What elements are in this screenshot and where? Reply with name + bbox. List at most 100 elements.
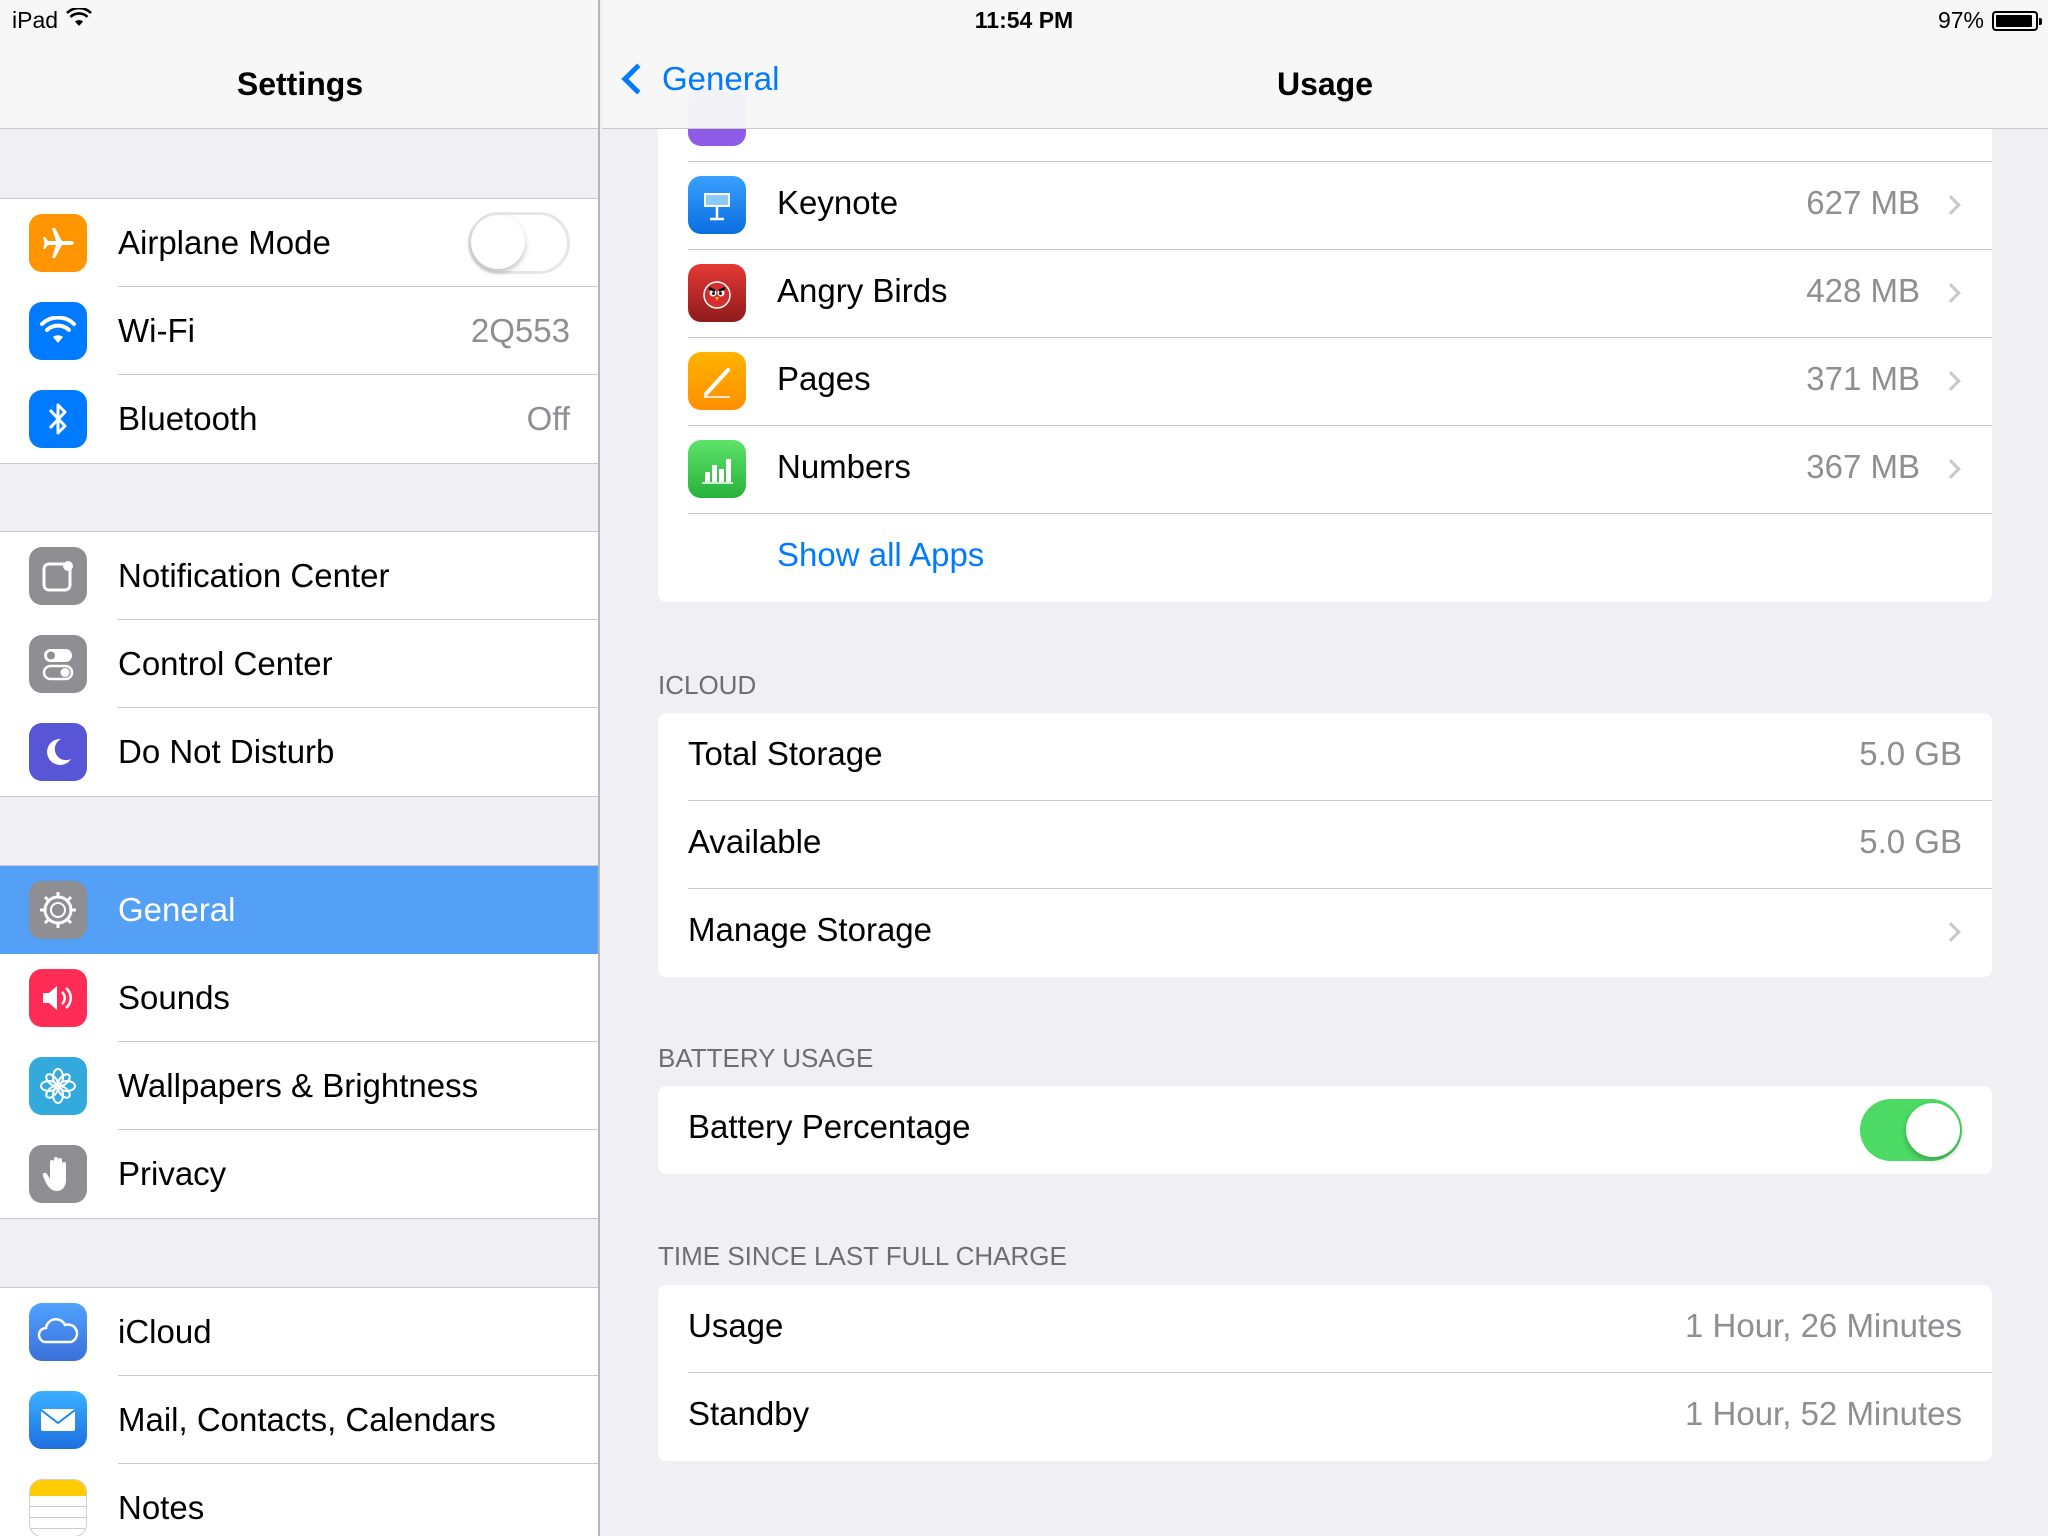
control-center-icon (29, 635, 87, 693)
settings-group-centers: Notification Center Control Center Do No… (0, 531, 598, 797)
wifi-network-value: 2Q553 (470, 312, 570, 349)
sidebar-item-label: Notification Center (118, 557, 390, 594)
chevron-right-icon (1941, 922, 1961, 942)
sidebar-item-do-not-disturb[interactable]: Do Not Disturb (0, 708, 598, 796)
sidebar-item-label: General (118, 891, 236, 928)
total-storage-label: Total Storage (688, 735, 883, 772)
speaker-icon (29, 969, 87, 1027)
icloud-section-header: ICLOUD (658, 670, 757, 700)
settings-group-accounts: iCloud Mail, Contacts, Calendars Notes (0, 1287, 598, 1536)
battery-percent: 97% (1937, 7, 1984, 33)
standby-row: Standby 1 Hour, 52 Minutes (658, 1373, 1992, 1461)
bluetooth-value: Off (526, 400, 570, 437)
manage-storage-label: Manage Storage (688, 911, 933, 948)
sidebar-item-label: Privacy (118, 1155, 227, 1192)
sidebar-item-label: Sounds (118, 979, 230, 1016)
gear-icon (29, 881, 87, 939)
standby-label: Standby (688, 1395, 810, 1432)
available-row: Available 5.0 GB (658, 801, 1992, 889)
cloud-icon (29, 1303, 87, 1361)
keynote-icon (688, 176, 746, 234)
sidebar-item-notification-center[interactable]: Notification Center (0, 532, 598, 620)
chevron-right-icon (1941, 371, 1961, 391)
app-size: 371 MB (1806, 360, 1920, 397)
sidebar-title: Settings (236, 66, 364, 102)
status-bar: iPad 11:54 PM 97% (0, 0, 2048, 40)
show-all-apps-link[interactable]: Show all Apps (777, 536, 984, 574)
storage-apps-card: Keynote 627 MB Angry Birds 428 MB Pages … (658, 74, 1992, 602)
envelope-icon (29, 1391, 87, 1449)
battery-percentage-row: Battery Percentage (658, 1086, 1992, 1174)
sidebar-item-label: Bluetooth (118, 400, 258, 437)
page-title: Usage (1276, 66, 1374, 102)
chevron-right-icon (1941, 459, 1961, 479)
list-item-numbers[interactable]: Numbers 367 MB (658, 426, 1992, 514)
standby-value: 1 Hour, 52 Minutes (1685, 1395, 1962, 1432)
usage-detail-pane: General Usage Keynote 627 MB Angry Birds… (602, 0, 2048, 1536)
list-item-pages[interactable]: Pages 371 MB (658, 338, 1992, 426)
chevron-right-icon (1941, 195, 1961, 215)
sidebar-item-icloud[interactable]: iCloud (0, 1288, 598, 1376)
pages-icon (688, 352, 746, 410)
notification-center-icon (29, 547, 87, 605)
sidebar-item-general[interactable]: General (0, 866, 598, 954)
settings-sidebar: Settings Airplane Mode Wi-Fi 2Q553 Bluet… (0, 0, 600, 1536)
sidebar-item-label: Mail, Contacts, Calendars (118, 1401, 496, 1438)
total-storage-value: 5.0 GB (1859, 735, 1962, 772)
airplane-icon (29, 214, 87, 272)
sidebar-item-label: Control Center (118, 645, 333, 682)
battery-percentage-label: Battery Percentage (688, 1108, 971, 1145)
usage-value: 1 Hour, 26 Minutes (1685, 1307, 1962, 1344)
sidebar-item-notes[interactable]: Notes (0, 1464, 598, 1536)
app-size: 367 MB (1806, 448, 1920, 485)
app-name: Angry Birds (777, 272, 948, 309)
app-size: 428 MB (1806, 272, 1920, 309)
manage-storage-row[interactable]: Manage Storage (658, 889, 1992, 977)
sidebar-item-label: iCloud (118, 1313, 212, 1350)
app-name: Keynote (777, 184, 899, 221)
list-item-keynote[interactable]: Keynote 627 MB (658, 162, 1992, 250)
app-name: Numbers (777, 448, 911, 485)
battery-section-header: BATTERY USAGE (658, 1043, 874, 1073)
time-since-section-header: TIME SINCE LAST FULL CHARGE (658, 1241, 1067, 1271)
settings-group-general: General Sounds Wallpapers & Brightness P… (0, 865, 598, 1219)
sidebar-item-control-center[interactable]: Control Center (0, 620, 598, 708)
moon-icon (29, 723, 87, 781)
sidebar-item-label: Do Not Disturb (118, 733, 335, 770)
sidebar-item-label: Wallpapers & Brightness (118, 1067, 479, 1104)
sidebar-item-privacy[interactable]: Privacy (0, 1130, 598, 1218)
airplane-mode-toggle[interactable] (468, 212, 570, 274)
usage-row: Usage 1 Hour, 26 Minutes (658, 1285, 1992, 1373)
battery-icon (1992, 10, 2042, 31)
battery-percentage-toggle[interactable] (1860, 1099, 1962, 1161)
sidebar-item-airplane-mode[interactable]: Airplane Mode (0, 199, 598, 287)
sidebar-item-wifi[interactable]: Wi-Fi 2Q553 (0, 287, 598, 375)
available-label: Available (688, 823, 822, 860)
battery-card: Battery Percentage (658, 1086, 1992, 1174)
icloud-card: Total Storage 5.0 GB Available 5.0 GB Ma… (658, 713, 1992, 977)
angry-birds-icon (688, 264, 746, 322)
notes-icon (29, 1479, 87, 1536)
sidebar-item-mail-contacts-calendars[interactable]: Mail, Contacts, Calendars (0, 1376, 598, 1464)
sidebar-item-label: Wi-Fi (118, 312, 195, 349)
settings-group-connectivity: Airplane Mode Wi-Fi 2Q553 Bluetooth Off (0, 198, 598, 464)
flower-icon (29, 1057, 87, 1115)
app-name: Pages (777, 360, 871, 397)
list-item-angry-birds[interactable]: Angry Birds 428 MB (658, 250, 1992, 338)
wifi-icon (29, 302, 87, 360)
sidebar-item-label: Notes (118, 1489, 205, 1526)
total-storage-row: Total Storage 5.0 GB (658, 713, 1992, 801)
sidebar-item-sounds[interactable]: Sounds (0, 954, 598, 1042)
hand-icon (29, 1145, 87, 1203)
chevron-right-icon (1941, 283, 1961, 303)
numbers-icon (688, 440, 746, 498)
usage-label: Usage (688, 1307, 784, 1344)
sidebar-item-bluetooth[interactable]: Bluetooth Off (0, 375, 598, 463)
time-since-card: Usage 1 Hour, 26 Minutes Standby 1 Hour,… (658, 1285, 1992, 1461)
show-all-apps-row[interactable]: Show all Apps (658, 514, 1992, 602)
app-size: 627 MB (1806, 184, 1920, 221)
sidebar-item-wallpapers-brightness[interactable]: Wallpapers & Brightness (0, 1042, 598, 1130)
bluetooth-icon (29, 390, 87, 448)
available-value: 5.0 GB (1859, 823, 1962, 860)
sidebar-item-label: Airplane Mode (118, 224, 331, 261)
